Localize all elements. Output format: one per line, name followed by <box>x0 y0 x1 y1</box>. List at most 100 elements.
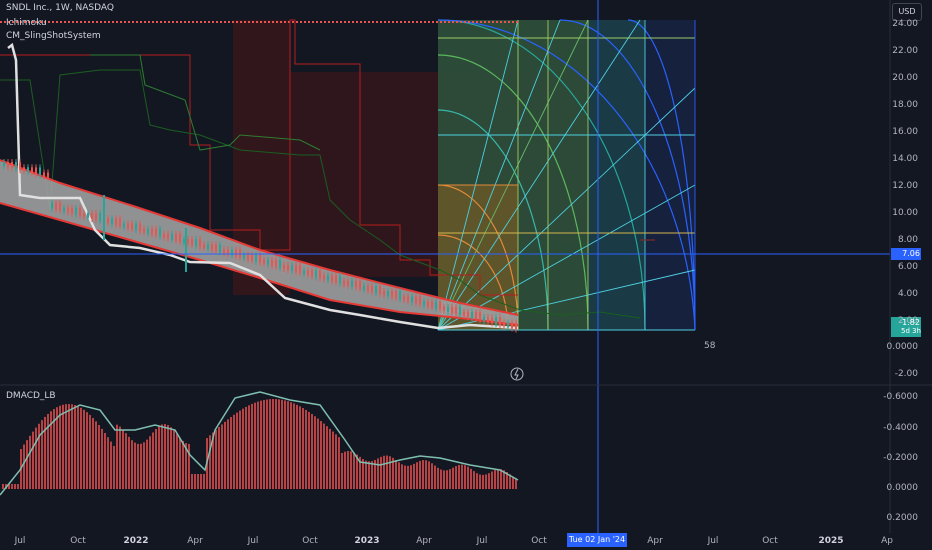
macd-bar <box>482 474 484 489</box>
candle-body <box>163 233 165 238</box>
macd-bar <box>401 464 403 489</box>
price-axis-tick: -2.00 <box>894 369 918 379</box>
macd-bar <box>254 402 256 489</box>
candle-body <box>375 285 377 293</box>
macd-bar <box>347 451 349 489</box>
time-axis-tick: Jul <box>247 536 259 546</box>
macd-bar <box>152 432 154 489</box>
macd-bar <box>443 470 445 489</box>
time-axis-tick: Jul <box>14 536 26 546</box>
candle-body <box>399 291 401 300</box>
macd-bar <box>164 424 166 489</box>
candle-body <box>323 275 325 280</box>
macd-bar <box>158 426 160 489</box>
candle-body <box>107 218 109 224</box>
candle-body <box>475 312 477 320</box>
macd-bar <box>422 460 424 489</box>
candle-body <box>511 322 513 329</box>
macd-bar <box>98 425 100 489</box>
candle-body <box>199 239 201 248</box>
macd-bar <box>14 484 16 489</box>
candle-body <box>79 207 81 216</box>
candle-body <box>463 311 465 316</box>
macd-bar <box>215 429 217 489</box>
candle-body <box>187 238 189 244</box>
macd-bar <box>269 399 271 489</box>
indicator-ichimoku[interactable]: Ichimoku <box>6 18 47 28</box>
candle-body <box>179 233 181 242</box>
macd-bar <box>266 399 268 489</box>
macd-bar <box>317 418 319 489</box>
candle-body <box>299 265 301 274</box>
candle-body <box>275 259 277 267</box>
macd-bar <box>470 468 472 489</box>
candle-body <box>75 207 77 215</box>
macd-bar <box>404 465 406 489</box>
price-axis-tick: 20.00 <box>892 73 918 83</box>
macd-bar <box>182 440 184 489</box>
candle-body <box>491 317 493 324</box>
candle-body <box>479 312 481 321</box>
candle-body <box>415 296 417 304</box>
candle-body <box>255 254 257 262</box>
candle-body <box>91 212 93 219</box>
macd-bar <box>275 399 277 489</box>
candle-body <box>127 223 129 229</box>
indicator-dmacd[interactable]: DMACD_LB <box>6 391 56 401</box>
macd-bar <box>272 399 274 489</box>
price-axis-tick: 16.00 <box>892 127 918 137</box>
price-axis-tick: 24.00 <box>892 19 918 29</box>
macd-bar <box>209 435 211 489</box>
macd-bar <box>449 469 451 489</box>
candle-body <box>115 218 117 226</box>
chart-canvas[interactable] <box>0 0 932 550</box>
candle-body <box>219 244 221 253</box>
candle-body <box>471 312 473 319</box>
candle-body <box>295 265 297 273</box>
time-axis-tick: Oct <box>762 536 778 546</box>
indicator-slingshot[interactable]: CM_SlingShotSystem <box>6 31 101 41</box>
lightning-icon <box>514 368 519 380</box>
candle-body <box>335 275 337 283</box>
macd-bar <box>407 465 409 489</box>
macd-axis-tick: 0.0000 <box>886 483 919 493</box>
macd-bar <box>227 419 229 489</box>
candle-body <box>215 244 217 252</box>
candle-body <box>307 270 309 276</box>
macd-bar <box>233 414 235 489</box>
candle-body <box>43 172 45 177</box>
symbol-title[interactable]: SNDL Inc., 1W, NASDAQ <box>6 3 114 13</box>
macd-bar <box>425 460 427 489</box>
candle-body <box>247 254 249 260</box>
macd-bar <box>131 440 133 489</box>
candle-body <box>171 233 173 240</box>
candle-body <box>379 286 381 295</box>
macd-bar <box>83 409 85 489</box>
candle-body <box>411 296 413 303</box>
candle-body <box>111 218 113 225</box>
price-axis-tick: 12.00 <box>892 181 918 191</box>
macd-bar <box>173 430 175 489</box>
macd-bar <box>68 404 70 489</box>
macd-bar <box>341 452 343 489</box>
candle-body <box>499 317 501 326</box>
candle-body <box>283 265 285 270</box>
candle-body <box>427 301 429 307</box>
candle-body <box>487 317 489 323</box>
time-axis-tick: Oct <box>70 536 86 546</box>
macd-bar <box>302 408 304 489</box>
candle-body <box>135 223 137 231</box>
macd-bar <box>32 431 34 489</box>
candle-body <box>447 306 449 312</box>
macd-bar <box>410 465 412 489</box>
macd-axis-tick: -0.2000 <box>883 453 918 463</box>
macd-bar <box>17 484 19 489</box>
crosshair-price-label: 7.06 <box>902 249 920 258</box>
candle-body <box>151 228 153 235</box>
macd-bar <box>245 406 247 489</box>
macd-bar <box>38 423 40 489</box>
macd-bar <box>176 434 178 489</box>
candle-body <box>271 259 273 266</box>
replay-icon[interactable] <box>510 367 524 381</box>
candle-body <box>71 207 73 214</box>
